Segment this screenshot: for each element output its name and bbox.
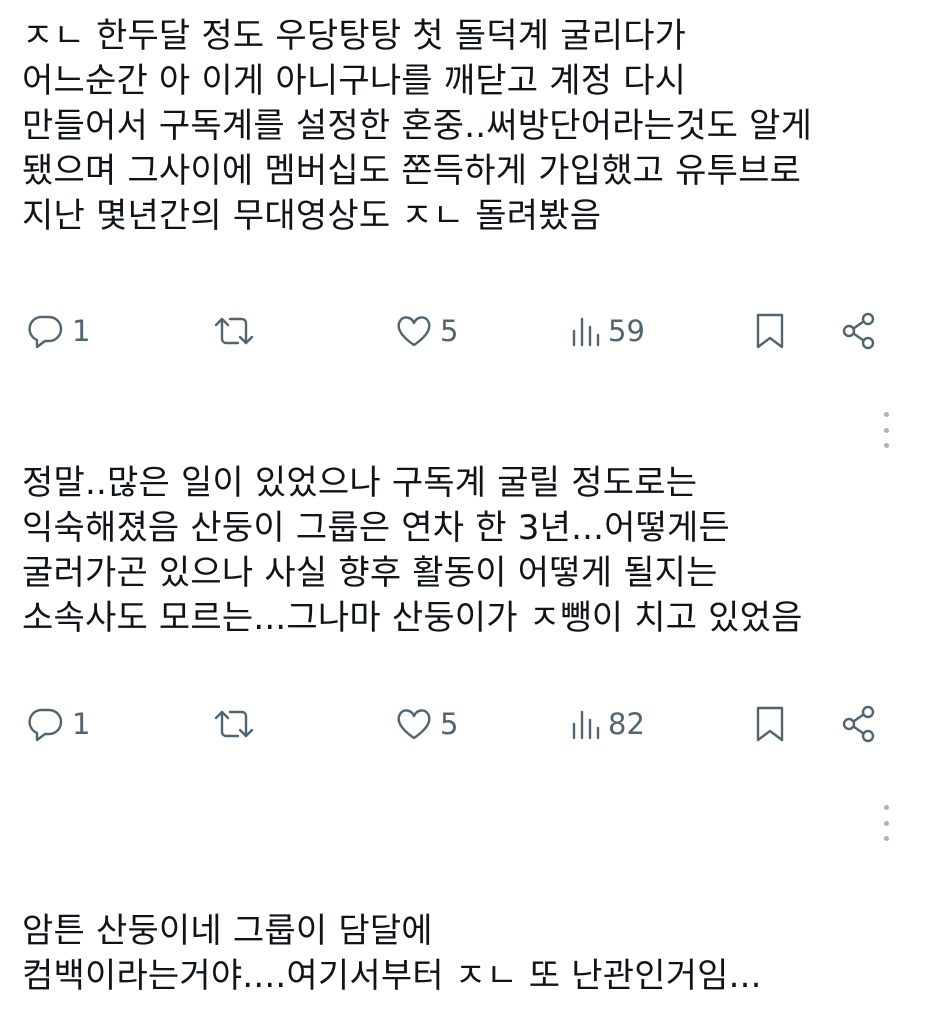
bookmark-icon xyxy=(756,313,784,349)
post-line: ㅈㄴ 한두달 정도 우당탕탕 첫 돌덕계 굴리다가 xyxy=(22,16,687,56)
share-icon xyxy=(842,312,875,350)
post-line: 소속사도 모르는...그나마 산둥이가 ㅈ뺑이 치고 있었음 xyxy=(22,598,803,638)
post-line: 암튼 산둥이네 그룹이 담달에 xyxy=(22,911,433,951)
heart-icon xyxy=(397,709,431,740)
views-button[interactable]: 59 xyxy=(570,306,645,356)
like-count: 5 xyxy=(440,707,459,741)
post-line: 익숙해졌음 산둥이 그룹은 연차 한 3년...어떻게든 xyxy=(22,508,731,548)
share-icon xyxy=(842,705,875,743)
post-text: 암튼 산둥이네 그룹이 담달에 컴백이라는거야....여기서부터 ㅈㄴ 또 난관… xyxy=(22,909,922,999)
post-text: 정말..많은 일이 있었으나 구독계 굴릴 정도로는 익숙해졌음 산둥이 그룹은… xyxy=(22,461,922,641)
views-chart-icon xyxy=(572,317,600,347)
reply-count: 1 xyxy=(72,314,91,348)
like-button[interactable]: 5 xyxy=(394,306,458,356)
action-bar: 1 5 59 xyxy=(0,306,938,356)
retweet-button[interactable] xyxy=(212,306,256,356)
post-line: 정말..많은 일이 있었으나 구독계 굴릴 정도로는 xyxy=(22,463,698,503)
bookmark-button[interactable] xyxy=(752,306,788,356)
post-line: 지난 몇년간의 무대영상도 ㅈㄴ 돌려봤음 xyxy=(22,196,602,236)
reply-button[interactable]: 1 xyxy=(26,306,90,356)
retweet-button[interactable] xyxy=(212,699,256,749)
views-chart-icon xyxy=(572,710,600,740)
action-bar: 1 5 82 xyxy=(0,699,938,749)
post-line: 컴백이라는거야....여기서부터 ㅈㄴ 또 난관인거임... xyxy=(22,956,762,996)
retweet-icon xyxy=(214,317,254,345)
post-text: ㅈㄴ 한두달 정도 우당탕탕 첫 돌덕계 굴리다가 어느순간 아 이게 아니구나… xyxy=(22,14,922,239)
bookmark-icon xyxy=(756,706,784,742)
reply-button[interactable]: 1 xyxy=(26,699,90,749)
post-line: 만들어서 구독계를 설정한 혼중..써방단어라는것도 알게 xyxy=(22,106,813,146)
reply-icon xyxy=(28,315,63,349)
views-count: 82 xyxy=(608,707,645,741)
reply-icon xyxy=(28,708,63,742)
share-button[interactable] xyxy=(838,306,880,356)
like-button[interactable]: 5 xyxy=(394,699,458,749)
bookmark-button[interactable] xyxy=(752,699,788,749)
retweet-icon xyxy=(214,710,254,738)
more-vertical-icon[interactable] xyxy=(876,805,896,841)
more-vertical-icon[interactable] xyxy=(876,412,896,448)
heart-icon xyxy=(397,316,431,347)
views-count: 59 xyxy=(608,314,645,348)
views-button[interactable]: 82 xyxy=(570,699,645,749)
post-line: 굴러가곤 있으나 사실 향후 활동이 어떻게 될지는 xyxy=(22,553,718,593)
post-line: 됐으며 그사이에 멤버십도 쫀득하게 가입했고 유투브로 xyxy=(22,151,802,191)
reply-count: 1 xyxy=(72,707,91,741)
share-button[interactable] xyxy=(838,699,880,749)
post-line: 어느순간 아 이게 아니구나를 깨닫고 계정 다시 xyxy=(22,61,687,101)
like-count: 5 xyxy=(440,314,459,348)
